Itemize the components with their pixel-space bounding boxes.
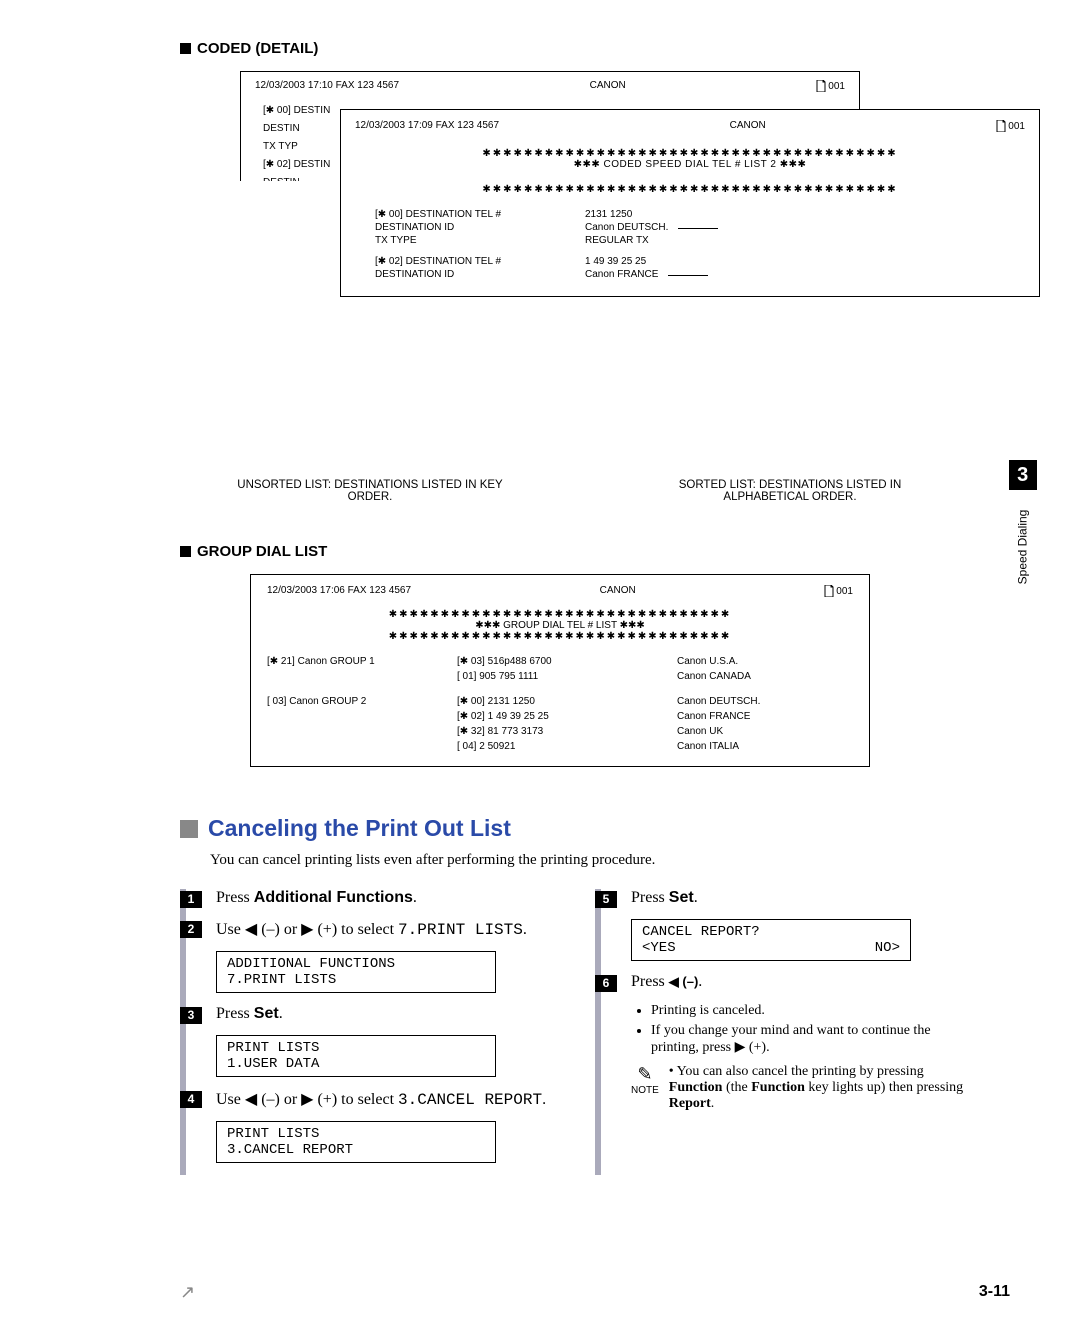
back-datetime: 12/03/2003 17:10 FAX 123 4567 bbox=[255, 80, 399, 92]
front-center: CANON bbox=[730, 120, 766, 132]
note-icon: ✎ NOTE bbox=[631, 1064, 659, 1112]
note-block: ✎ NOTE • You can also cancel the printin… bbox=[631, 1064, 980, 1112]
bullet-list: Printing is canceled. If you change your… bbox=[647, 1003, 980, 1056]
step-text: Use ◀ (–) or ▶ (+) to select 3.CANCEL RE… bbox=[216, 1091, 546, 1108]
bookmark-icon: ↗ bbox=[180, 1282, 195, 1303]
back-center: CANON bbox=[590, 80, 626, 92]
left-column: 1 Press Additional Functions. 2 Use ◀ (–… bbox=[180, 889, 565, 1175]
lcd-display: PRINT LISTS 3.CANCEL REPORT bbox=[216, 1121, 496, 1163]
group-dial-title: GROUP DIAL LIST bbox=[197, 543, 327, 560]
front-datetime: 12/03/2003 17:09 FAX 123 4567 bbox=[355, 120, 499, 132]
coded-detail-title: CODED (DETAIL) bbox=[197, 40, 318, 57]
coded-detail-reports: 12/03/2003 17:10 FAX 123 4567 CANON 001 … bbox=[240, 71, 980, 459]
black-square-icon bbox=[180, 546, 191, 557]
step-number: 5 bbox=[595, 891, 617, 908]
cancel-heading: Canceling the Print Out List bbox=[180, 815, 980, 842]
cancel-intro: You can cancel printing lists even after… bbox=[210, 852, 980, 869]
step-text: Press Additional Functions. bbox=[216, 889, 417, 906]
step-text: Use ◀ (–) or ▶ (+) to select 7.PRINT LIS… bbox=[216, 921, 527, 938]
caption-unsorted: UNSORTED LIST: DESTINATIONS LISTED IN KE… bbox=[230, 479, 510, 503]
step-text: Press Set. bbox=[216, 1005, 283, 1022]
page-icon-group: 001 bbox=[824, 585, 853, 597]
lcd-display: ADDITIONAL FUNCTIONS 7.PRINT LISTS bbox=[216, 951, 496, 993]
chapter-number: 3 bbox=[1009, 460, 1037, 490]
report-box-front: 12/03/2003 17:09 FAX 123 4567 CANON 001 … bbox=[340, 109, 1040, 297]
report-captions: UNSORTED LIST: DESTINATIONS LISTED IN KE… bbox=[230, 479, 980, 503]
step-number: 1 bbox=[180, 891, 202, 908]
group-dial-report: 12/03/2003 17:06 FAX 123 4567 CANON 001 … bbox=[250, 574, 870, 767]
note-text: • You can also cancel the printing by pr… bbox=[669, 1064, 980, 1112]
step-number: 3 bbox=[180, 1007, 202, 1024]
step-number: 4 bbox=[180, 1091, 202, 1108]
chapter-label: Speed Dialing bbox=[1016, 510, 1030, 585]
lcd-display: CANCEL REPORT? <YESNO> bbox=[631, 919, 911, 961]
coded-detail-heading: CODED (DETAIL) bbox=[180, 40, 980, 57]
step-text: Press Set. bbox=[631, 889, 698, 906]
pencil-icon: ✎ bbox=[631, 1064, 659, 1085]
page-icon-back: 001 bbox=[816, 80, 845, 92]
lcd-display: PRINT LISTS 1.USER DATA bbox=[216, 1035, 496, 1077]
page-icon-front: 001 bbox=[996, 120, 1025, 132]
caption-sorted: SORTED LIST: DESTINATIONS LISTED IN ALPH… bbox=[650, 479, 930, 503]
right-column: 5 Press Set. CANCEL REPORT? <YESNO> 6 Pr… bbox=[595, 889, 980, 1175]
step-number: 2 bbox=[180, 921, 202, 938]
page-number: 3-11 bbox=[979, 1283, 1010, 1301]
group-dial-heading: GROUP DIAL LIST bbox=[180, 543, 980, 560]
step-number: 6 bbox=[595, 975, 617, 992]
grey-square-icon bbox=[180, 820, 198, 838]
side-tab: 3 Speed Dialing bbox=[985, 460, 1060, 554]
step-text: Press ◀ (–). bbox=[631, 973, 702, 990]
black-square-icon bbox=[180, 43, 191, 54]
